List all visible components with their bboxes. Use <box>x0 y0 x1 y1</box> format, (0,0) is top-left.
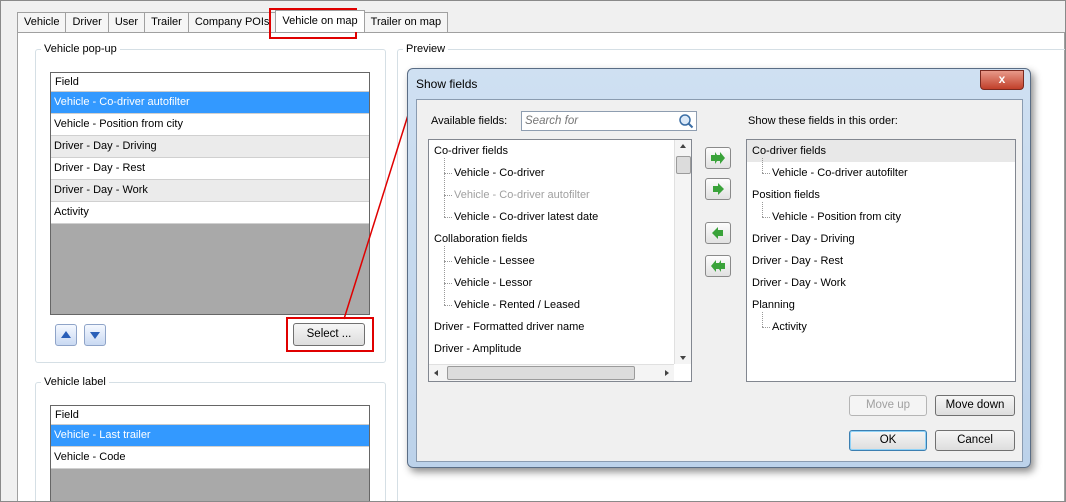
vertical-scrollbar[interactable] <box>674 140 691 364</box>
tree-connector <box>444 217 452 218</box>
list-item-group[interactable]: Collaboration fields <box>429 228 674 250</box>
list-item-group[interactable]: Position fields <box>747 184 1015 206</box>
scroll-left-icon <box>434 370 438 376</box>
tree-connector <box>444 195 452 196</box>
add-button[interactable] <box>705 178 731 200</box>
add-all-icon <box>711 152 725 164</box>
tree-connector <box>762 202 763 217</box>
order-label: Show these fields in this order: <box>748 115 898 127</box>
move-down-button[interactable]: Move down <box>935 395 1015 416</box>
list-item[interactable]: Vehicle - Co-driver <box>429 162 674 184</box>
list-item-group[interactable]: Driver - Amplitude <box>429 338 674 360</box>
search-icon[interactable] <box>678 113 694 129</box>
scroll-thumb-horizontal[interactable] <box>447 366 635 380</box>
tree-connector <box>444 261 452 262</box>
available-fields-label: Available fields: <box>431 115 508 127</box>
list-item-group[interactable]: Driver - Day - Work <box>747 272 1015 294</box>
tree-connector <box>762 312 763 327</box>
scroll-down-icon <box>680 356 686 360</box>
tab-vehicle-on-map[interactable]: Vehicle on map <box>275 10 365 32</box>
add-icon <box>713 183 724 195</box>
list-item-group[interactable]: Driver - Formatted driver name <box>429 316 674 338</box>
list-item[interactable]: Vehicle - Co-driver autofilter <box>747 162 1015 184</box>
tree-connector <box>444 305 452 306</box>
list-item-group[interactable]: Driver - Day - Driving <box>747 228 1015 250</box>
list-item-group[interactable]: Driver - Day - Rest <box>747 250 1015 272</box>
list-item[interactable]: Activity <box>747 316 1015 338</box>
close-icon: x <box>998 72 1006 86</box>
search-box <box>521 111 697 131</box>
tree-connector <box>444 246 445 305</box>
tree-connector <box>762 158 763 173</box>
cancel-button[interactable]: Cancel <box>935 430 1015 451</box>
close-button[interactable]: x <box>980 70 1024 90</box>
scroll-thumb[interactable] <box>676 156 691 174</box>
show-fields-dialog: Show fields x Available fields: Co-drive… <box>407 68 1031 468</box>
ok-button[interactable]: OK <box>849 430 927 451</box>
list-item-group[interactable]: Planning <box>747 294 1015 316</box>
remove-all-button[interactable] <box>705 255 731 277</box>
list-item[interactable]: Vehicle - Lessee <box>429 250 674 272</box>
scroll-up-icon <box>680 144 686 148</box>
list-item-group[interactable]: Co-driver fields <box>747 140 1015 162</box>
list-item-group[interactable]: Co-driver fields <box>429 140 674 162</box>
list-item[interactable]: Vehicle - Co-driver latest date <box>429 206 674 228</box>
tree-connector <box>444 283 452 284</box>
remove-all-icon <box>711 260 725 272</box>
list-item[interactable]: Vehicle - Position from city <box>747 206 1015 228</box>
available-fields-list: Co-driver fields Vehicle - Co-driver Vehic… <box>428 139 692 382</box>
horizontal-scrollbar[interactable] <box>429 364 674 381</box>
tree-connector <box>444 173 452 174</box>
remove-icon <box>712 227 723 239</box>
add-all-button[interactable] <box>705 147 731 169</box>
tree-connector <box>762 217 770 218</box>
list-item[interactable]: Vehicle - Lessor <box>429 272 674 294</box>
tree-connector <box>762 327 770 328</box>
tree-connector <box>444 158 445 217</box>
search-input[interactable] <box>522 112 675 130</box>
remove-button[interactable] <box>705 222 731 244</box>
order-fields-list: Co-driver fields Vehicle - Co-driver auto… <box>746 139 1016 382</box>
dialog-title: Show fields <box>416 77 478 91</box>
tree-connector <box>762 173 770 174</box>
scroll-right-icon <box>665 370 669 376</box>
list-item: Vehicle - Co-driver autofilter <box>454 189 590 201</box>
main-window: Vehicle Driver User Trailer Company POIs… <box>0 0 1066 502</box>
move-up-button[interactable]: Move up <box>849 395 927 416</box>
dialog-body: Available fields: Co-driver fieldsVehicl… <box>416 99 1023 462</box>
list-item[interactable]: Vehicle - Rented / Leased <box>429 294 674 316</box>
